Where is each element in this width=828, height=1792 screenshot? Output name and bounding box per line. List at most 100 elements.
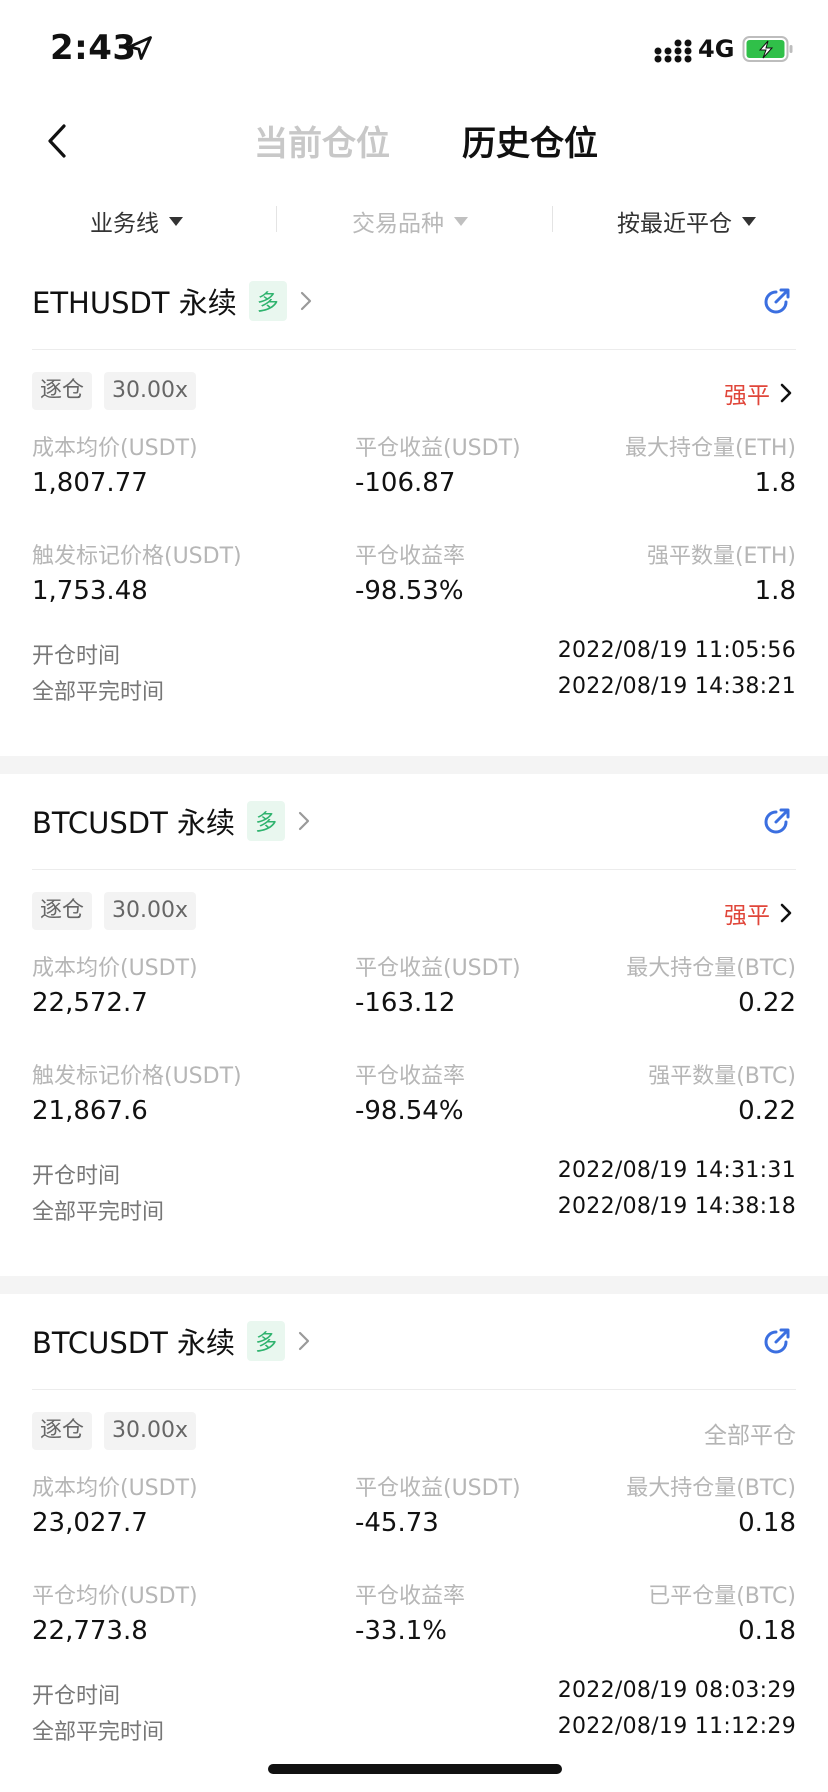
position-header[interactable]: BTCUSDT 永续 多 [32,796,311,846]
share-icon[interactable] [760,1326,792,1358]
realized-pnl-label: 平仓收益(USDT) [355,436,521,461]
position-symbol: ETHUSDT 永续 [32,286,237,320]
filter-sort[interactable]: 按最近平仓 [617,204,756,238]
avg-cost-label: 成本均价(USDT) [32,436,198,461]
chevron-right-icon [298,811,310,831]
position-header[interactable]: ETHUSDT 永续 多 [32,276,313,326]
filter-trading-pair[interactable]: 交易品种 [352,204,468,238]
caret-down-icon [742,216,756,226]
pnl-rate-label: 平仓收益率 [355,1064,466,1089]
position-symbol: BTCUSDT 永续 [32,806,236,840]
cellular-signal-icon [654,39,692,63]
caret-down-icon [169,216,183,226]
close-type-label: 强平 [724,903,770,929]
closed-qty-value: 0.22 [738,1096,796,1126]
status-bar: 2:43 4G [0,0,828,96]
price-label: 平仓均价(USDT) [32,1584,198,1609]
pnl-rate-value: -98.54% [355,1096,464,1126]
price-label: 触发标记价格(USDT) [32,1064,242,1089]
pnl-rate-label: 平仓收益率 [355,544,466,569]
battery-charging-icon [742,36,793,62]
leverage-chip: 30.00x [104,892,197,930]
open-time-label: 开仓时间 [32,1164,121,1189]
leverage-chip: 30.00x [104,1412,197,1450]
close-time-label: 全部平完时间 [32,1720,165,1745]
closed-qty-label: 已平仓量(BTC) [648,1584,796,1609]
price-value: 21,867.6 [32,1096,148,1126]
divider [32,869,796,870]
close-type-label: 强平 [724,383,770,409]
card-separator [0,756,828,774]
close-time-label: 全部平完时间 [32,680,165,705]
realized-pnl-value: -45.73 [355,1508,439,1538]
avg-cost-value: 1,807.77 [32,468,148,498]
realized-pnl-value: -106.87 [355,468,456,498]
home-indicator [268,1764,562,1774]
close-type-label: 全部平仓 [704,1423,796,1449]
nav-bar: 当前仓位 历史仓位 [0,96,828,186]
direction-tag: 多 [247,801,286,841]
price-value: 22,773.8 [32,1616,148,1646]
chevron-right-icon [780,903,792,923]
leverage-chip: 30.00x [104,372,197,410]
tab-current-positions[interactable]: 当前仓位 [254,116,390,165]
position-card[interactable]: ETHUSDT 永续 多 逐仓 30.00x 强平 成本均价(USDT) 平仓收… [0,254,828,756]
close-time-label: 全部平完时间 [32,1200,165,1225]
open-time-value: 2022/08/19 14:31:31 [557,1158,796,1183]
filter-label: 交易品种 [352,211,444,237]
position-symbol: BTCUSDT 永续 [32,1326,236,1360]
filter-label: 按最近平仓 [617,211,732,237]
close-time-value: 2022/08/19 14:38:21 [557,674,796,699]
pnl-rate-value: -98.53% [355,576,464,606]
closed-qty-label: 强平数量(BTC) [648,1064,796,1089]
close-time-value: 2022/08/19 11:12:29 [557,1714,796,1739]
closed-qty-value: 1.8 [754,576,796,606]
divider [32,349,796,350]
tab-history-positions[interactable]: 历史仓位 [462,116,598,165]
close-time-value: 2022/08/19 14:38:18 [557,1194,796,1219]
avg-cost-value: 23,027.7 [32,1508,148,1538]
margin-mode-chip: 逐仓 [32,892,93,930]
realized-pnl-value: -163.12 [355,988,456,1018]
pnl-rate-label: 平仓收益率 [355,1584,466,1609]
divider [552,206,553,232]
position-header[interactable]: BTCUSDT 永续 多 [32,1316,311,1366]
max-position-label: 最大持仓量(ETH) [624,436,796,461]
share-icon[interactable] [760,806,792,838]
direction-tag: 多 [247,1321,286,1361]
realized-pnl-label: 平仓收益(USDT) [355,1476,521,1501]
caret-down-icon [454,216,468,226]
share-icon[interactable] [760,286,792,318]
position-card[interactable]: BTCUSDT 永续 多 逐仓 30.00x 全部平仓 成本均价(USDT) 平… [0,1294,828,1792]
margin-mode-chip: 逐仓 [32,1412,93,1450]
avg-cost-label: 成本均价(USDT) [32,1476,198,1501]
chevron-right-icon [780,383,792,403]
divider [276,206,277,232]
divider [32,1389,796,1390]
price-value: 1,753.48 [32,576,148,606]
open-time-label: 开仓时间 [32,644,121,669]
price-label: 触发标记价格(USDT) [32,544,242,569]
close-type-link: 全部平仓 [704,1416,796,1450]
avg-cost-value: 22,572.7 [32,988,148,1018]
max-position-label: 最大持仓量(BTC) [626,1476,796,1501]
close-type-link[interactable]: 强平 [724,896,792,930]
close-type-link[interactable]: 强平 [724,376,792,410]
open-time-value: 2022/08/19 11:05:56 [557,638,796,663]
chevron-right-icon [298,1331,310,1351]
back-arrow-icon[interactable] [40,120,76,162]
open-time-label: 开仓时间 [32,1684,121,1709]
max-position-value: 0.18 [738,1508,796,1538]
avg-cost-label: 成本均价(USDT) [32,956,198,981]
realized-pnl-label: 平仓收益(USDT) [355,956,521,981]
location-arrow-icon [128,36,152,60]
pnl-rate-value: -33.1% [355,1616,447,1646]
chevron-right-icon [300,291,311,311]
max-position-value: 0.22 [738,988,796,1018]
position-card[interactable]: BTCUSDT 永续 多 逐仓 30.00x 强平 成本均价(USDT) 平仓收… [0,774,828,1276]
max-position-label: 最大持仓量(BTC) [626,956,796,981]
network-type: 4G [698,35,735,63]
filter-business-line[interactable]: 业务线 [90,204,183,238]
direction-tag: 多 [248,281,287,321]
filter-bar: 业务线 交易品种 按最近平仓 [0,186,828,256]
